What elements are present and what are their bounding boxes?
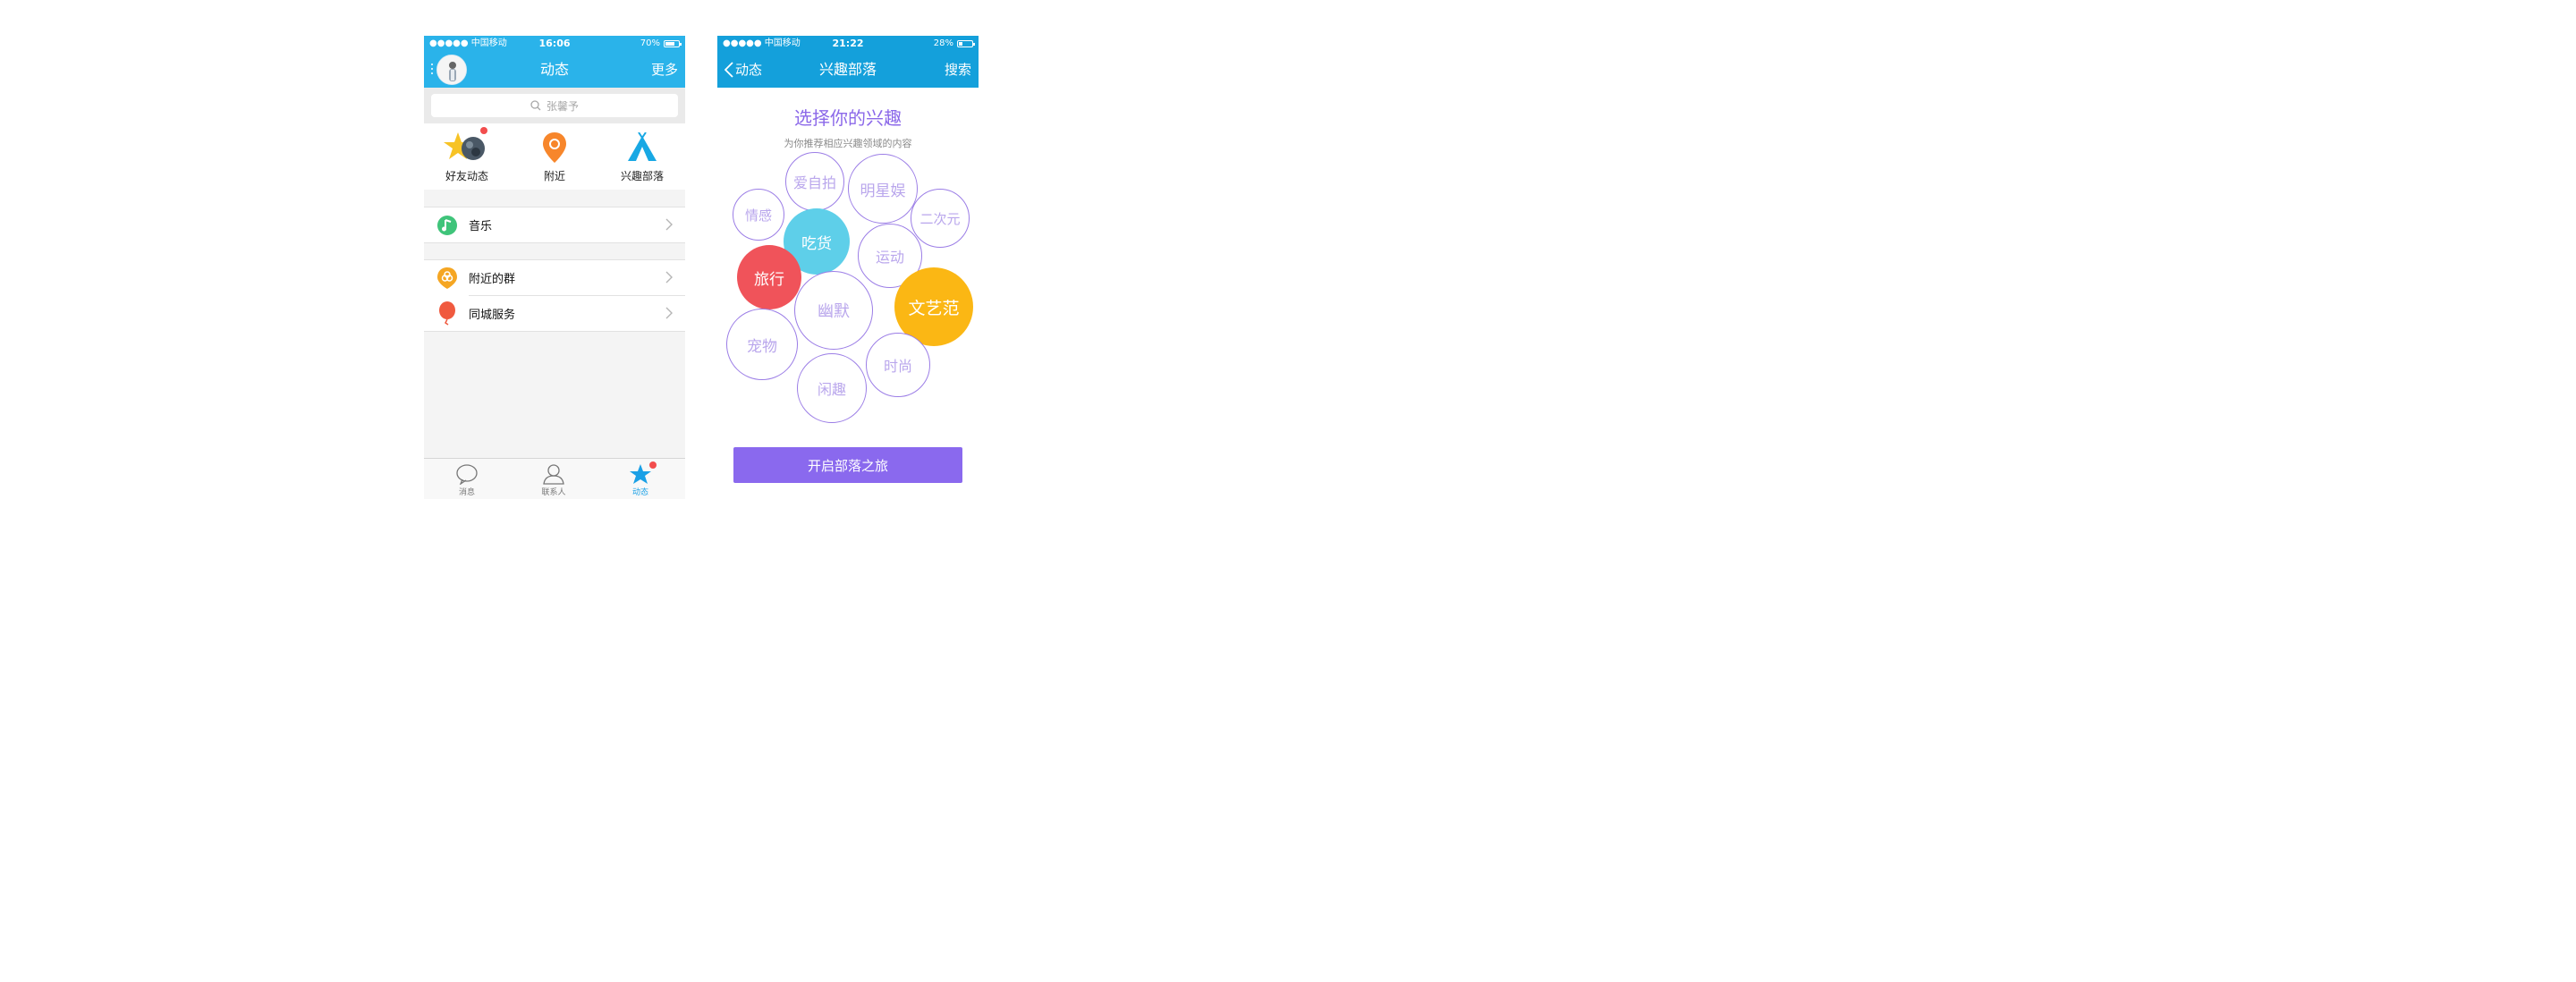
chat-bubble-icon: [456, 464, 478, 485]
more-button[interactable]: 更多: [651, 52, 678, 88]
search-button[interactable]: 搜索: [945, 52, 971, 88]
quick-item-nearby[interactable]: 附近: [512, 131, 597, 183]
interest-bubble-emotion[interactable]: 情感: [733, 189, 784, 241]
interest-bubble-humor[interactable]: 幽默: [794, 271, 873, 350]
list-group-music: 音乐: [424, 207, 685, 243]
contact-person-icon: [543, 464, 564, 485]
list-item-music[interactable]: 音乐: [424, 207, 685, 242]
tab-label: 动态: [631, 488, 648, 497]
quick-item-friend-feed[interactable]: 好友动态: [424, 127, 510, 183]
search-input[interactable]: 张馨予: [431, 94, 678, 117]
list-item-label: 同城服务: [469, 309, 516, 322]
tent-icon: [628, 132, 657, 161]
status-bar: ●●●●● 中国移动 21:22 28%: [717, 36, 979, 52]
list-item-label: 附近的群: [469, 273, 516, 286]
interest-bubble-travel[interactable]: 旅行: [737, 245, 801, 309]
group-location-icon: [436, 267, 458, 289]
quick-entry-row: 好友动态 附近 兴趣部落: [424, 123, 685, 190]
location-pin-icon: [543, 132, 566, 163]
search-placeholder: 张馨予: [546, 99, 579, 113]
page-title: 动态: [539, 61, 569, 78]
search-bar-area: 张馨予: [424, 88, 685, 123]
battery-percent: 70%: [640, 38, 660, 48]
chevron-right-icon: [665, 218, 673, 231]
interest-bubble-anime[interactable]: 二次元: [911, 189, 970, 248]
battery-icon: [664, 40, 682, 47]
right-phone-screen: ●●●●● 中国移动 21:22 28% 动态 兴趣部落 搜索 选择你的兴趣 为…: [717, 36, 979, 499]
interest-bubble-celebrity[interactable]: 明星娱: [848, 154, 918, 224]
interest-heading: 选择你的兴趣: [794, 107, 902, 129]
quick-label: 兴趣部落: [620, 170, 664, 182]
nav-bar: 动态 兴趣部落 搜索: [717, 52, 979, 88]
page-title: 兴趣部落: [818, 61, 877, 78]
nav-bar: 动态 更多: [424, 52, 685, 88]
quick-label: 附近: [543, 170, 565, 182]
interest-bubble-selfie[interactable]: 爱自拍: [785, 152, 844, 211]
quick-item-interest-tribe[interactable]: 兴趣部落: [599, 131, 685, 183]
list-item-city-service[interactable]: 同城服务: [424, 296, 685, 331]
list-item-label: 音乐: [469, 220, 493, 233]
star-avatar-icon: [444, 132, 485, 160]
notification-dot: [480, 127, 487, 134]
status-bar: ●●●●● 中国移动 16:06 70%: [424, 36, 685, 52]
chevron-right-icon: [665, 307, 673, 319]
interest-subheading: 为你推荐相应兴趣领域的内容: [784, 138, 912, 149]
chevron-right-icon: [665, 271, 673, 284]
battery-percent: 28%: [933, 38, 953, 48]
music-note-icon: [436, 215, 458, 236]
tab-contacts[interactable]: 联系人: [511, 462, 597, 497]
interest-bubble-leisure[interactable]: 闲趣: [797, 353, 867, 423]
list-group-local: 附近的群 同城服务: [424, 259, 685, 332]
left-phone-screen: ●●●●● 中国移动 16:06 70% 动态 更多 张馨予 好友动态 附近 兴…: [424, 36, 685, 499]
star-icon: [630, 464, 651, 484]
battery-icon: [957, 40, 975, 47]
tab-messages[interactable]: 消息: [424, 462, 510, 497]
battery-status: 70%: [640, 36, 682, 52]
tab-feed[interactable]: 动态: [597, 461, 683, 497]
balloon-icon: [436, 301, 458, 326]
notification-dot: [649, 461, 657, 469]
start-tribe-button[interactable]: 开启部落之旅: [733, 447, 962, 483]
tab-label: 联系人: [541, 488, 566, 497]
quick-label: 好友动态: [445, 170, 488, 182]
interest-bubble-fashion[interactable]: 时尚: [866, 333, 930, 397]
tab-label: 消息: [458, 488, 475, 497]
tab-bar: 消息 联系人 动态: [424, 458, 685, 499]
battery-status: 28%: [933, 36, 975, 52]
search-icon: [530, 100, 541, 111]
interest-bubble-pets[interactable]: 宠物: [726, 309, 798, 380]
list-item-nearby-groups[interactable]: 附近的群: [424, 260, 685, 295]
